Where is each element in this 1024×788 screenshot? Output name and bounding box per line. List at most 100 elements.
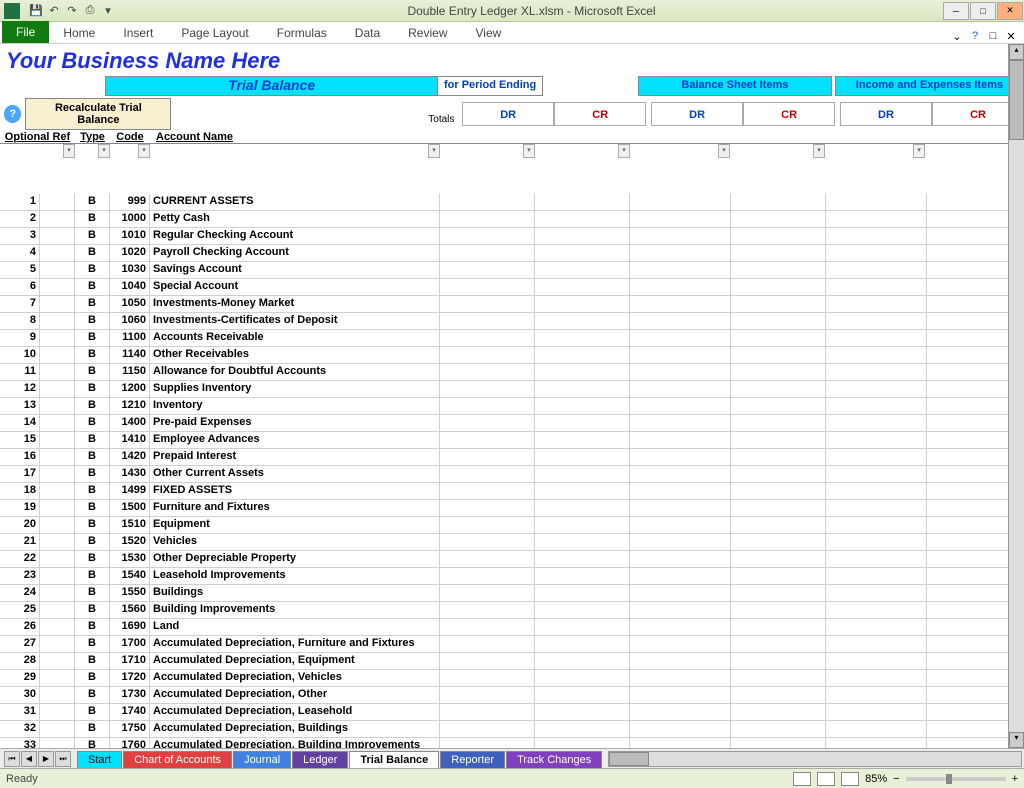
print-icon[interactable]: ⎙ [82,3,98,19]
cell-ie-dr[interactable] [832,398,927,414]
cell-bs-dr[interactable] [636,500,731,516]
cell-trial-cr[interactable] [535,687,630,703]
cell-code[interactable]: 1410 [110,432,150,448]
cell-account-name[interactable]: Prepaid Interest [150,449,440,465]
cell-type[interactable]: B [75,296,110,312]
cell-code[interactable]: 1720 [110,670,150,686]
ribbon-tab-view[interactable]: View [462,23,516,43]
cell-type[interactable]: B [75,534,110,550]
cell-trial-cr[interactable] [535,415,630,431]
cell-ie-dr[interactable] [832,296,927,312]
cell-trial-dr[interactable] [440,381,535,397]
cell-trial-dr[interactable] [440,738,535,748]
cell-trial-dr[interactable] [440,687,535,703]
cell-trial-cr[interactable] [535,670,630,686]
cell-optional-ref[interactable] [40,551,75,567]
ribbon-tab-page-layout[interactable]: Page Layout [167,23,262,43]
cell-bs-dr[interactable] [636,347,731,363]
cell-optional-ref[interactable] [40,500,75,516]
cell-type[interactable]: B [75,517,110,533]
filter-dropdown-icon[interactable]: ▾ [98,144,110,158]
cell-account-name[interactable]: Regular Checking Account [150,228,440,244]
cell-account-name[interactable]: Buildings [150,585,440,601]
cell-type[interactable]: B [75,721,110,737]
table-row[interactable]: 22B1530Other Depreciable Property [0,551,1024,568]
cell-optional-ref[interactable] [40,313,75,329]
cell-bs-cr[interactable] [731,432,826,448]
tab-nav-first[interactable]: ⏮ [4,751,20,767]
table-row[interactable]: 25B1560Building Improvements [0,602,1024,619]
table-row[interactable]: 3B1010Regular Checking Account [0,228,1024,245]
cell-optional-ref[interactable] [40,602,75,618]
help-icon[interactable]: ? [968,29,982,43]
cell-ie-dr[interactable] [832,517,927,533]
cell-bs-dr[interactable] [636,551,731,567]
cell-optional-ref[interactable] [40,687,75,703]
cell-bs-cr[interactable] [731,398,826,414]
cell-bs-dr[interactable] [636,738,731,748]
table-row[interactable]: 23B1540Leasehold Improvements [0,568,1024,585]
cell-account-name[interactable]: Supplies Inventory [150,381,440,397]
table-row[interactable]: 7B1050Investments-Money Market [0,296,1024,313]
cell-account-name[interactable]: Other Depreciable Property [150,551,440,567]
table-row[interactable]: 30B1730Accumulated Depreciation, Other [0,687,1024,704]
table-row[interactable]: 33B1760Accumulated Depreciation, Buildin… [0,738,1024,748]
cell-type[interactable]: B [75,211,110,227]
save-icon[interactable]: 💾 [28,3,44,19]
cell-optional-ref[interactable] [40,228,75,244]
cell-optional-ref[interactable] [40,347,75,363]
cell-type[interactable]: B [75,636,110,652]
filter-dropdown-icon[interactable]: ▾ [523,144,535,158]
scroll-thumb[interactable] [1009,60,1024,140]
cell-code[interactable]: 1430 [110,466,150,482]
cell-type[interactable]: B [75,398,110,414]
cell-ie-dr[interactable] [832,551,927,567]
cell-bs-dr[interactable] [636,279,731,295]
cell-ie-dr[interactable] [832,347,927,363]
cell-bs-dr[interactable] [636,466,731,482]
normal-view-button[interactable] [793,772,811,786]
cell-account-name[interactable]: Allowance for Doubtful Accounts [150,364,440,380]
cell-code[interactable]: 1540 [110,568,150,584]
cell-bs-cr[interactable] [731,568,826,584]
cell-code[interactable]: 1010 [110,228,150,244]
file-tab[interactable]: File [2,21,49,43]
scroll-down-button[interactable]: ▾ [1009,732,1024,748]
vertical-scrollbar[interactable]: ▴ ▾ [1008,44,1024,748]
cell-trial-cr[interactable] [535,602,630,618]
cell-code[interactable]: 1740 [110,704,150,720]
cell-trial-dr[interactable] [440,398,535,414]
cell-bs-dr[interactable] [636,568,731,584]
cell-account-name[interactable]: Accumulated Depreciation, Buildings [150,721,440,737]
cell-account-name[interactable]: Equipment [150,517,440,533]
cell-bs-dr[interactable] [636,398,731,414]
cell-bs-dr[interactable] [636,313,731,329]
cell-bs-cr[interactable] [731,687,826,703]
zoom-slider[interactable] [906,777,1006,781]
table-row[interactable]: 24B1550Buildings [0,585,1024,602]
cell-ie-dr[interactable] [832,568,927,584]
cell-bs-dr[interactable] [636,721,731,737]
cell-code[interactable]: 1560 [110,602,150,618]
cell-trial-cr[interactable] [535,619,630,635]
cell-trial-cr[interactable] [535,211,630,227]
cell-type[interactable]: B [75,381,110,397]
cell-account-name[interactable]: Special Account [150,279,440,295]
cell-bs-dr[interactable] [636,432,731,448]
ribbon-tab-review[interactable]: Review [394,23,461,43]
table-row[interactable]: 10B1140Other Receivables [0,347,1024,364]
filter-dropdown-icon[interactable]: ▾ [913,144,925,158]
cell-bs-dr[interactable] [636,483,731,499]
table-row[interactable]: 19B1500Furniture and Fixtures [0,500,1024,517]
cell-code[interactable]: 1000 [110,211,150,227]
cell-bs-dr[interactable] [636,517,731,533]
cell-code[interactable]: 1040 [110,279,150,295]
cell-type[interactable]: B [75,602,110,618]
cell-bs-cr[interactable] [731,364,826,380]
cell-bs-cr[interactable] [731,670,826,686]
cell-bs-dr[interactable] [636,687,731,703]
cell-code[interactable]: 1499 [110,483,150,499]
cell-optional-ref[interactable] [40,398,75,414]
cell-optional-ref[interactable] [40,585,75,601]
cell-optional-ref[interactable] [40,534,75,550]
